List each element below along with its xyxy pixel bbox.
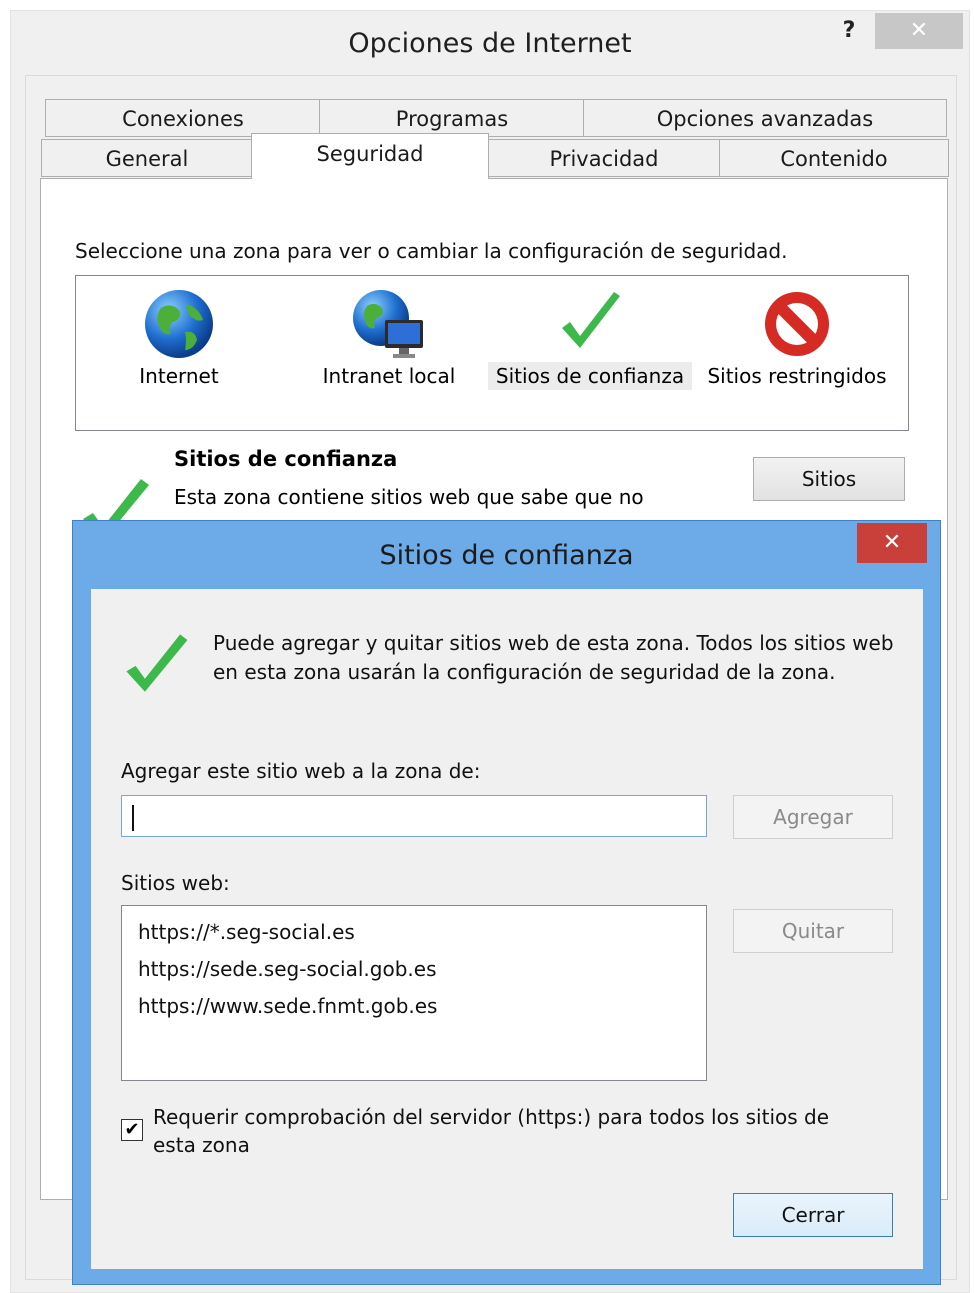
zone-sitios-de-confianza[interactable]: Sitios de confianza (488, 276, 692, 432)
zone-info-title: Sitios de confianza (174, 447, 398, 471)
checkmark-icon (562, 292, 620, 348)
list-item[interactable]: https://sede.seg-social.gob.es (138, 951, 706, 988)
cerrar-button[interactable]: Cerrar (733, 1193, 893, 1237)
globe-icon (145, 290, 213, 358)
dialog-title: Sitios de confianza (379, 540, 634, 571)
zone-list: Internet Intranet local Sitios de confia… (75, 275, 909, 431)
add-site-input[interactable] (121, 795, 707, 837)
zone-intranet-local[interactable]: Intranet local (304, 276, 474, 432)
list-item[interactable]: https://*.seg-social.es (138, 914, 706, 951)
zone-internet[interactable]: Internet (76, 276, 282, 432)
trusted-sites-dialog: Sitios de confianza ✕ Puede agregar y qu… (72, 520, 941, 1285)
dialog-close-button[interactable]: ✕ (857, 523, 927, 563)
require-https-label[interactable]: Requerir comprobación del servidor (http… (153, 1103, 873, 1159)
checkmark-icon (126, 634, 188, 692)
zone-internet-label: Internet (139, 364, 219, 388)
zone-sitios-restringidos[interactable]: Sitios restringidos (702, 276, 892, 432)
zone-restricted-label: Sitios restringidos (707, 364, 887, 388)
window-title: Opciones de Internet (348, 28, 632, 59)
tab-general[interactable]: General (41, 139, 253, 177)
websites-list[interactable]: https://*.seg-social.es https://sede.seg… (121, 905, 707, 1081)
tab-opciones-avanzadas[interactable]: Opciones avanzadas (583, 99, 947, 137)
zone-info-description: Esta zona contiene sitios web que sabe q… (174, 485, 644, 509)
globe-monitor-icon (353, 290, 423, 358)
tab-contenido[interactable]: Contenido (719, 139, 949, 177)
zone-instruction: Seleccione una zona para ver o cambiar l… (75, 239, 788, 263)
zone-trusted-label: Sitios de confianza (488, 362, 692, 390)
quitar-button[interactable]: Quitar (733, 909, 893, 953)
zone-intranet-label: Intranet local (322, 364, 456, 388)
text-caret (132, 804, 134, 831)
help-button[interactable]: ? (827, 13, 871, 49)
dialog-body: Puede agregar y quitar sitios web de est… (91, 589, 923, 1269)
tab-privacidad[interactable]: Privacidad (487, 139, 721, 177)
dialog-description: Puede agregar y quitar sitios web de est… (213, 631, 894, 684)
sitios-button[interactable]: Sitios (753, 457, 905, 501)
tab-seguridad[interactable]: Seguridad (251, 133, 489, 179)
no-entry-icon (765, 292, 829, 356)
tab-conexiones[interactable]: Conexiones (45, 99, 321, 137)
window-close-button[interactable]: ✕ (875, 13, 963, 49)
list-item[interactable]: https://www.sede.fnmt.gob.es (138, 988, 706, 1025)
agregar-button[interactable]: Agregar (733, 795, 893, 839)
add-site-label: Agregar este sitio web a la zona de: (121, 759, 481, 783)
tab-programas[interactable]: Programas (319, 99, 585, 137)
websites-label: Sitios web: (121, 871, 230, 895)
require-https-checkbox[interactable]: ✔ (121, 1119, 143, 1141)
